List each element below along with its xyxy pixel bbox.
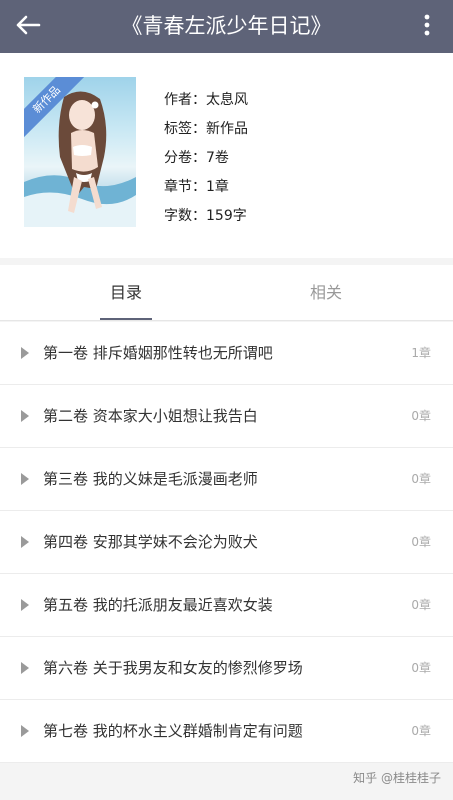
volumes-count-value: 7卷	[206, 150, 229, 166]
volume-title: 第一卷 排斥婚姻那性转也无所谓吧	[43, 344, 273, 362]
expand-arrow-icon	[21, 473, 29, 485]
expand-arrow-icon	[21, 347, 29, 359]
tab-related[interactable]: 相关	[266, 265, 386, 320]
word-count-row: 字数：159字	[164, 202, 248, 231]
volume-title: 第五卷 我的托派朋友最近喜欢女装	[43, 596, 273, 614]
chapters-count-row: 章节：1章	[164, 173, 248, 202]
volume-title: 第四卷 安那其学妹不会沦为败犬	[43, 533, 258, 551]
volume-chapter-count: 0章	[411, 409, 431, 423]
chapters-count-value: 1章	[206, 179, 229, 195]
more-menu-button[interactable]	[409, 7, 445, 47]
author-row: 作者：太息风	[164, 86, 248, 115]
tag-value: 新作品	[206, 121, 248, 137]
volume-chapter-count: 0章	[411, 661, 431, 675]
expand-arrow-icon	[21, 536, 29, 548]
volume-item[interactable]: 第六卷 关于我男友和女友的惨烈修罗场 0章	[0, 637, 453, 700]
expand-arrow-icon	[21, 599, 29, 611]
volume-chapter-count: 0章	[411, 472, 431, 486]
book-cover-image[interactable]: 新作品	[24, 77, 136, 227]
volume-title: 第三卷 我的义妹是毛派漫画老师	[43, 470, 258, 488]
field-label: 作者：	[164, 92, 206, 108]
app-header: 《青春左派少年日记》	[0, 0, 453, 53]
volume-list: 第一卷 排斥婚姻那性转也无所谓吧 1章 第二卷 资本家大小姐想让我告白 0章 第…	[0, 322, 453, 763]
field-label: 章节：	[164, 179, 206, 195]
volume-chapter-count: 0章	[411, 724, 431, 738]
volume-title: 第二卷 资本家大小姐想让我告白	[43, 407, 258, 425]
book-info-card: 新作品 作者：太息风 标签：新作品 分卷：7卷 章节：1章 字数：159字	[0, 53, 453, 258]
expand-arrow-icon	[21, 725, 29, 737]
field-label: 字数：	[164, 208, 206, 224]
page-title: 《青春左派少年日记》	[121, 14, 332, 38]
volume-chapter-count: 1章	[411, 346, 431, 360]
tag-row: 标签：新作品	[164, 115, 248, 144]
active-tab-indicator	[100, 318, 152, 320]
volume-item[interactable]: 第四卷 安那其学妹不会沦为败犬 0章	[0, 511, 453, 574]
volume-title: 第六卷 关于我男友和女友的惨烈修罗场	[43, 659, 303, 677]
volume-item[interactable]: 第一卷 排斥婚姻那性转也无所谓吧 1章	[0, 322, 453, 385]
volumes-count-row: 分卷：7卷	[164, 144, 248, 173]
watermark: 知乎 @桂桂桂子	[353, 771, 441, 785]
expand-arrow-icon	[21, 662, 29, 674]
word-count-value: 159字	[206, 208, 247, 224]
tab-catalog[interactable]: 目录	[66, 265, 186, 320]
volume-item[interactable]: 第五卷 我的托派朋友最近喜欢女装 0章	[0, 574, 453, 637]
more-vertical-icon	[424, 14, 430, 40]
field-label: 分卷：	[164, 150, 206, 166]
back-arrow-icon	[15, 15, 41, 39]
volume-title: 第七卷 我的杯水主义群婚制肯定有问题	[43, 722, 303, 740]
expand-arrow-icon	[21, 410, 29, 422]
volume-item[interactable]: 第二卷 资本家大小姐想让我告白 0章	[0, 385, 453, 448]
tab-bar: 目录 相关	[0, 265, 453, 321]
field-label: 标签：	[164, 121, 206, 137]
author-value: 太息风	[206, 92, 248, 108]
volume-item[interactable]: 第七卷 我的杯水主义群婚制肯定有问题 0章	[0, 700, 453, 763]
volume-item[interactable]: 第三卷 我的义妹是毛派漫画老师 0章	[0, 448, 453, 511]
book-meta: 作者：太息风 标签：新作品 分卷：7卷 章节：1章 字数：159字	[164, 86, 248, 231]
volume-chapter-count: 0章	[411, 598, 431, 612]
back-button[interactable]	[8, 7, 48, 47]
volume-chapter-count: 0章	[411, 535, 431, 549]
